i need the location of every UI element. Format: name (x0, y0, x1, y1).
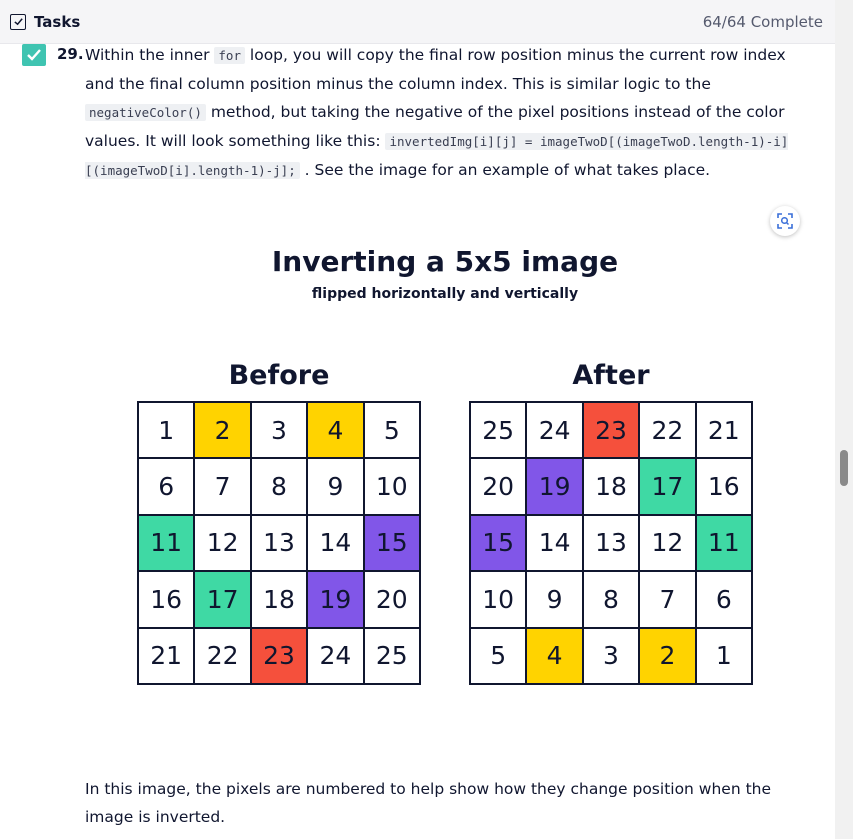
before-pixel-cell: 10 (363, 458, 420, 515)
figure-title: Inverting a 5x5 image (271, 245, 619, 278)
after-pixel-cell: 18 (582, 458, 640, 515)
after-pixel-cell: 21 (695, 402, 752, 459)
checkbox-icon (10, 13, 26, 30)
before-pixel-cell: 5 (363, 402, 420, 459)
before-pixel-cell: 14 (307, 514, 364, 572)
before-pixel-cell: 19 (307, 571, 364, 628)
before-pixel-cell: 24 (307, 627, 364, 684)
after-pixel-cell: 19 (526, 458, 583, 515)
after-pixel-cell: 15 (470, 514, 527, 572)
before-pixel-cell: 11 (138, 514, 195, 572)
step-complete-checkbox[interactable] (22, 44, 46, 66)
after-pixel-cell: 13 (582, 514, 640, 572)
after-grid: 25 24 23 22 21 20 19 18 17 16 15 14 13 12 11 10 9 8 7 6 5 4 3 2… (469, 401, 753, 685)
after-label: After (572, 360, 650, 391)
before-pixel-cell: 18 (250, 571, 308, 628)
inversion-figure: Inverting a 5x5 image flipped horizontal… (85, 200, 805, 720)
before-pixel-cell: 17 (194, 571, 251, 628)
before-pixel-cell: 15 (363, 514, 420, 572)
scrollbar-thumb[interactable] (840, 450, 848, 486)
after-pixel-cell: 20 (470, 458, 527, 515)
before-pixel-cell: 23 (250, 627, 308, 684)
before-pixel-cell: 2 (194, 402, 251, 459)
after-pixel-cell: 17 (639, 458, 696, 515)
after-pixel-cell: 6 (695, 571, 752, 628)
before-pixel-cell: 12 (194, 514, 251, 572)
tasks-header: Tasks 64/64 Complete (0, 0, 835, 44)
after-pixel-cell: 10 (470, 571, 527, 628)
code-for: for (214, 47, 245, 64)
figure-caption: In this image, the pixels are numbered t… (85, 780, 772, 826)
before-pixel-cell: 8 (250, 458, 308, 515)
after-pixel-cell: 2 (639, 627, 696, 684)
after-pixel-cell: 9 (526, 571, 583, 628)
figure-subtitle: flipped horizontally and vertically (311, 286, 579, 302)
after-pixel-cell: 4 (526, 627, 583, 684)
after-pixel-cell: 3 (582, 627, 640, 684)
before-label: Before (228, 360, 330, 391)
before-pixel-cell: 22 (194, 627, 251, 684)
before-pixel-cell: 9 (307, 458, 364, 515)
after-pixel-cell: 12 (639, 514, 696, 572)
before-pixel-cell: 4 (307, 402, 364, 459)
before-pixel-cell: 7 (194, 458, 251, 515)
tasks-header-left[interactable]: Tasks (10, 13, 80, 31)
after-pixel-cell: 22 (639, 402, 696, 459)
after-pixel-cell: 14 (526, 514, 583, 572)
before-pixel-cell: 25 (363, 627, 420, 684)
after-pixel-cell: 1 (695, 627, 752, 684)
after-pixel-cell: 25 (470, 402, 527, 459)
checkmark-icon (27, 49, 41, 61)
after-pixel-cell: 23 (582, 402, 640, 459)
after-pixel-cell: 7 (639, 571, 696, 628)
before-grid: 1 2 3 4 5 6 7 8 9 10 11 12 13 14 15 16 17 18 19 20 21 22 23 24 2… (137, 401, 421, 685)
step-number: 29. (57, 45, 84, 63)
after-pixel-cell: 8 (582, 571, 640, 628)
before-pixel-cell: 16 (138, 571, 195, 628)
step-text-part: Within the inner (85, 46, 215, 64)
code-negative-color: negativeColor() (85, 104, 206, 121)
before-pixel-cell: 20 (363, 571, 420, 628)
tasks-progress-count: 64/64 Complete (702, 12, 823, 31)
before-pixel-cell: 13 (250, 514, 308, 572)
scrollbar[interactable] (835, 0, 853, 839)
before-pixel-cell: 3 (250, 402, 308, 459)
after-pixel-cell: 24 (526, 402, 583, 459)
step-instructions: Within the inner for loop, you will copy… (85, 41, 805, 185)
after-pixel-cell: 16 (695, 458, 752, 515)
tasks-title: Tasks (34, 12, 81, 31)
before-pixel-cell: 6 (138, 458, 195, 515)
before-pixel-cell: 21 (138, 627, 195, 684)
step-text-part: . See the image for an example of what t… (299, 161, 711, 179)
after-pixel-cell: 5 (470, 627, 527, 684)
before-pixel-cell: 1 (138, 402, 195, 459)
after-pixel-cell: 11 (695, 514, 752, 572)
